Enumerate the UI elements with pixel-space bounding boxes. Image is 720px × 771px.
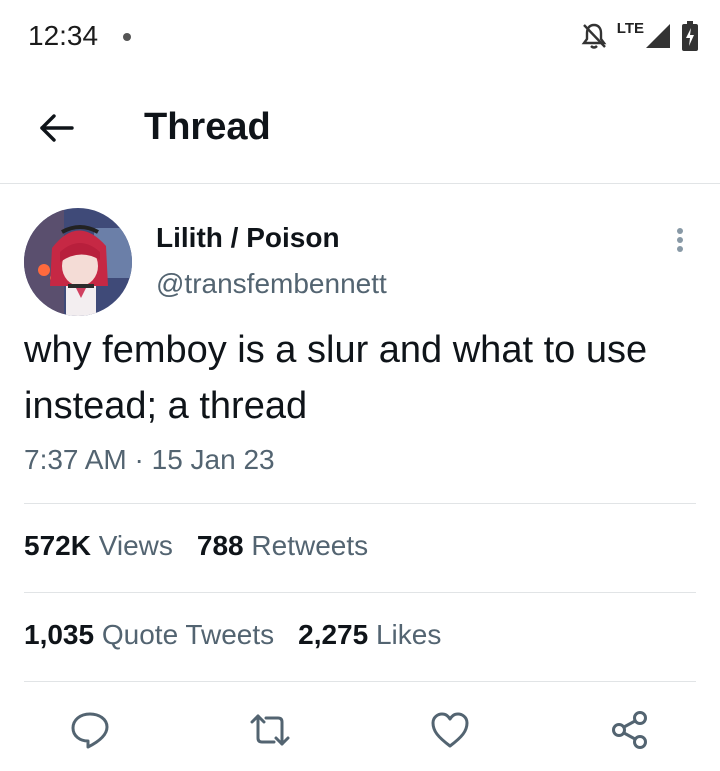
quote-tweets-stat[interactable]: 1,035 Quote Tweets <box>24 619 274 651</box>
likes-label: Likes <box>375 619 442 650</box>
tweet-date: 15 Jan 23 <box>151 444 275 475</box>
retweet-icon <box>250 714 290 746</box>
app-header: Thread <box>0 72 720 184</box>
more-dot <box>677 237 683 243</box>
more-dot <box>677 228 683 234</box>
meta-separator: · <box>134 444 152 475</box>
like-button[interactable] <box>428 708 472 752</box>
more-options-button[interactable] <box>666 222 694 258</box>
notifications-off-icon <box>581 22 607 50</box>
stats-row-views-retweets: 572K Views 788 Retweets <box>24 530 368 562</box>
arrow-left-icon <box>40 114 74 142</box>
tweet-time: 7:37 AM <box>24 444 127 475</box>
author-name[interactable]: Lilith / Poison <box>156 222 340 254</box>
tweet-timestamp: 7:37 AM · 15 Jan 23 <box>24 444 275 476</box>
like-icon <box>431 712 469 748</box>
avatar[interactable] <box>24 208 132 316</box>
quotes-label: Quote Tweets <box>101 619 275 650</box>
divider <box>24 592 696 593</box>
divider <box>24 681 696 682</box>
network-type: LTE <box>616 19 644 37</box>
reply-icon <box>71 712 109 749</box>
signal-icon <box>644 22 672 50</box>
back-button[interactable] <box>30 108 82 148</box>
divider <box>24 503 696 504</box>
tweet-actions <box>0 700 720 760</box>
likes-count: 2,275 <box>298 619 369 650</box>
stats-row-quotes-likes: 1,035 Quote Tweets 2,275 Likes <box>24 619 441 651</box>
page-title: Thread <box>144 106 271 148</box>
status-icons: LTE <box>581 16 698 56</box>
more-dot <box>677 246 683 252</box>
share-icon <box>612 711 647 749</box>
likes-stat[interactable]: 2,275 Likes <box>298 619 441 651</box>
quotes-count: 1,035 <box>24 619 95 650</box>
views-stat: 572K Views <box>24 530 173 562</box>
retweet-button[interactable] <box>248 708 292 752</box>
battery-charging-icon <box>682 21 698 51</box>
tweet-text: why femboy is a slur and what to use ins… <box>24 329 648 427</box>
status-bar: 12:34 LTE <box>0 0 720 72</box>
views-label: Views <box>98 530 173 561</box>
notification-dot <box>123 33 131 41</box>
retweets-stat[interactable]: 788 Retweets <box>197 530 368 562</box>
author-handle[interactable]: @transfembennett <box>156 268 387 300</box>
reply-button[interactable] <box>68 708 112 752</box>
status-time: 12:34 <box>28 20 99 51</box>
views-count: 572K <box>24 530 91 561</box>
retweets-count: 788 <box>196 530 244 561</box>
retweets-label: Retweets <box>251 530 369 561</box>
share-button[interactable] <box>608 708 652 752</box>
avatar-image <box>24 208 132 316</box>
